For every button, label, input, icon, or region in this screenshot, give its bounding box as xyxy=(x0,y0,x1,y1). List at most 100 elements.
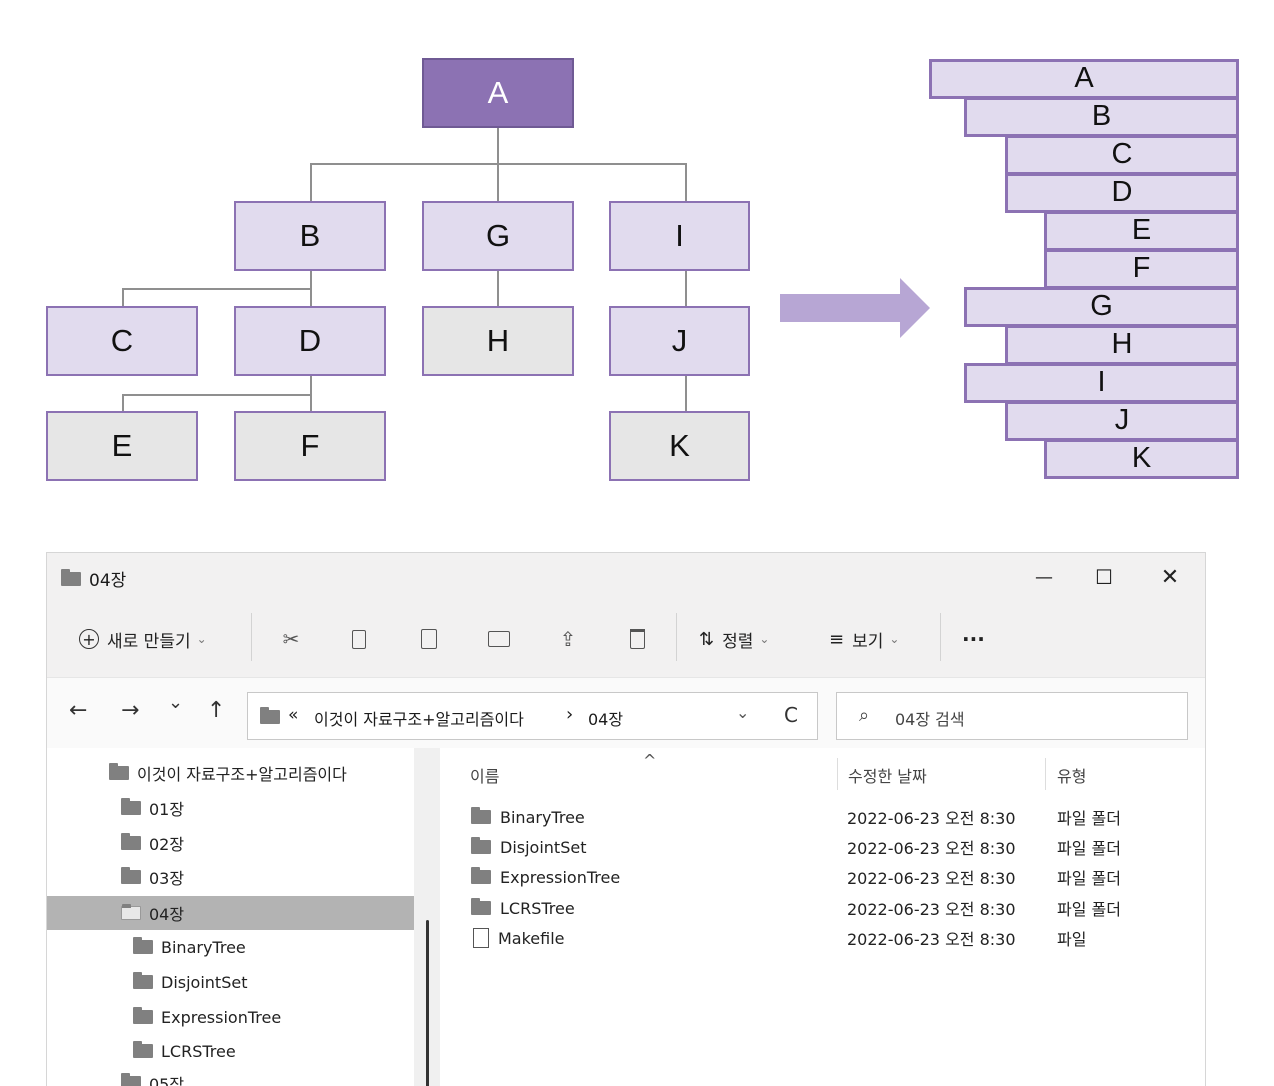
edge-line xyxy=(685,269,687,308)
sidebar-item-label: 02장 xyxy=(149,835,185,854)
close-button[interactable]: ✕ xyxy=(1147,559,1193,595)
row-name: ExpressionTree xyxy=(500,867,621,887)
folder-icon xyxy=(471,898,491,915)
cut-icon[interactable]: ✂ xyxy=(276,621,306,657)
row-name: LCRSTree xyxy=(500,898,575,918)
sidebar-item-label: 이것이 자료구조+알고리즘이다 xyxy=(137,765,347,784)
sidebar-item-lcrstree[interactable]: LCRSTree xyxy=(133,1036,236,1066)
edge-line xyxy=(122,288,312,290)
refresh-icon[interactable]: C xyxy=(784,703,798,727)
maximize-button[interactable]: ☐ xyxy=(1081,559,1127,595)
breadcrumb-current[interactable]: 04장 xyxy=(588,706,623,730)
selected-row-highlight xyxy=(47,896,414,930)
tree-node-h: H xyxy=(422,306,574,376)
stack-bar-b: B xyxy=(964,97,1239,137)
sidebar-item-label: 05장 xyxy=(149,1075,185,1086)
address-dropdown-icon[interactable]: ⌄ xyxy=(736,703,749,722)
sidebar-scrollbar-thumb[interactable] xyxy=(426,920,429,1086)
row-name: BinaryTree xyxy=(500,807,585,827)
file-explorer-window: 04장 — ☐ ✕ + 새로 만들기 ⌄ ✂ ⇪ ⇅ 정렬 ⌄ ≡ 보기 ⌄ ·… xyxy=(46,552,1206,1086)
folder-icon xyxy=(260,707,280,724)
sidebar-item-disjointset[interactable]: DisjointSet xyxy=(133,967,247,997)
chevron-down-icon: ⌄ xyxy=(196,632,207,646)
breadcrumb-overflow[interactable]: « xyxy=(288,705,298,725)
sidebar-item-03[interactable]: 03장 xyxy=(121,862,184,892)
back-arrow-icon[interactable]: ← xyxy=(69,698,87,723)
sidebar-item-root[interactable]: 이것이 자료구조+알고리즘이다 xyxy=(109,758,347,788)
share-icon[interactable]: ⇪ xyxy=(553,621,583,657)
view-button-label: 보기 xyxy=(852,631,884,652)
address-bar[interactable]: « 이것이 자료구조+알고리즘이다 › 04장 ⌄ C xyxy=(247,692,818,740)
sidebar-item-expressiontree[interactable]: ExpressionTree xyxy=(133,1002,281,1032)
folder-icon xyxy=(471,867,491,884)
edge-line xyxy=(497,127,499,164)
navigation-bar: ← → ⌄ ↑ « 이것이 자료구조+알고리즘이다 › 04장 ⌄ C ⌕ 04… xyxy=(47,677,1205,748)
rename-icon[interactable] xyxy=(484,621,514,657)
folder-icon xyxy=(109,763,129,780)
row-modified: 2022-06-23 오전 8:30 xyxy=(847,839,1016,858)
edge-line xyxy=(122,394,312,396)
tree-node-e: E xyxy=(46,411,198,481)
view-list-icon: ≡ xyxy=(829,628,845,650)
edge-line xyxy=(497,269,499,308)
sidebar-item-05[interactable]: 05장 xyxy=(121,1068,184,1086)
column-header-name[interactable]: 이름 xyxy=(470,763,499,787)
row-type: 파일 폴더 xyxy=(1057,839,1121,858)
sidebar-item-label: ExpressionTree xyxy=(161,1007,282,1027)
stack-bar-a: A xyxy=(929,59,1239,99)
edge-line xyxy=(122,288,124,308)
tree-node-g: G xyxy=(422,201,574,271)
stack-bar-f: F xyxy=(1044,249,1239,289)
column-header-type[interactable]: 유형 xyxy=(1057,763,1086,787)
edge-line xyxy=(685,375,687,413)
up-arrow-icon[interactable]: ↑ xyxy=(207,698,225,723)
folder-icon xyxy=(61,569,81,586)
folder-icon xyxy=(471,807,491,824)
sidebar-item-01[interactable]: 01장 xyxy=(121,793,184,823)
edge-line xyxy=(497,163,499,203)
sidebar-item-02[interactable]: 02장 xyxy=(121,828,184,858)
folder-icon xyxy=(133,1007,153,1024)
forward-arrow-icon[interactable]: → xyxy=(121,698,139,723)
search-box[interactable]: ⌕ 04장 검색 xyxy=(836,692,1188,740)
recent-locations-icon[interactable]: ⌄ xyxy=(168,692,183,713)
tree-node-d: D xyxy=(234,306,386,376)
delete-icon[interactable] xyxy=(622,621,652,657)
column-header-modified[interactable]: 수정한 날짜 xyxy=(848,763,927,787)
stack-bar-j: J xyxy=(1005,401,1239,441)
window-title: 04장 xyxy=(89,571,127,591)
breadcrumb-parent[interactable]: 이것이 자료구조+알고리즘이다 xyxy=(314,706,524,730)
folder-icon xyxy=(121,867,141,884)
search-icon: ⌕ xyxy=(859,705,870,726)
sidebar-item-04[interactable]: 04장 xyxy=(121,898,184,928)
column-divider[interactable] xyxy=(1045,758,1046,790)
stack-bar-g: G xyxy=(964,287,1239,327)
row-modified: 2022-06-23 오전 8:30 xyxy=(847,809,1016,828)
stack-bar-e: E xyxy=(1044,211,1239,251)
navigation-pane: 이것이 자료구조+알고리즘이다 01장 02장 03장 04장 BinaryTr… xyxy=(47,748,440,1086)
sidebar-item-label: 04장 xyxy=(149,905,185,924)
row-modified: 2022-06-23 오전 8:30 xyxy=(847,869,1016,888)
stack-bar-d: D xyxy=(1005,173,1239,213)
file-icon xyxy=(473,928,489,948)
sidebar-item-label: DisjointSet xyxy=(161,972,248,992)
stack-bar-i: I xyxy=(964,363,1239,403)
view-button[interactable]: ≡ 보기 ⌄ xyxy=(829,621,899,657)
column-divider[interactable] xyxy=(837,758,838,790)
more-options-button[interactable]: ··· xyxy=(962,621,985,657)
sidebar-item-binarytree[interactable]: BinaryTree xyxy=(133,932,246,962)
new-button[interactable]: + 새로 만들기 ⌄ xyxy=(79,621,207,657)
sidebar-item-label: LCRSTree xyxy=(161,1041,236,1061)
title-bar: 04장 — ☐ ✕ + 새로 만들기 ⌄ ✂ ⇪ ⇅ 정렬 ⌄ ≡ 보기 ⌄ ·… xyxy=(47,553,1205,677)
search-input[interactable]: 04장 검색 xyxy=(895,706,965,730)
toolbar-divider xyxy=(251,613,252,661)
copy-icon[interactable] xyxy=(344,621,374,657)
row-modified: 2022-06-23 오전 8:30 xyxy=(847,930,1016,949)
paste-icon[interactable] xyxy=(414,621,444,657)
stack-bar-c: C xyxy=(1005,135,1239,175)
toolbar-divider xyxy=(676,613,677,661)
sort-button[interactable]: ⇅ 정렬 ⌄ xyxy=(699,621,769,657)
minimize-button[interactable]: — xyxy=(1021,559,1067,595)
right-arrow-icon xyxy=(780,278,930,338)
chevron-down-icon: ⌄ xyxy=(889,632,900,646)
